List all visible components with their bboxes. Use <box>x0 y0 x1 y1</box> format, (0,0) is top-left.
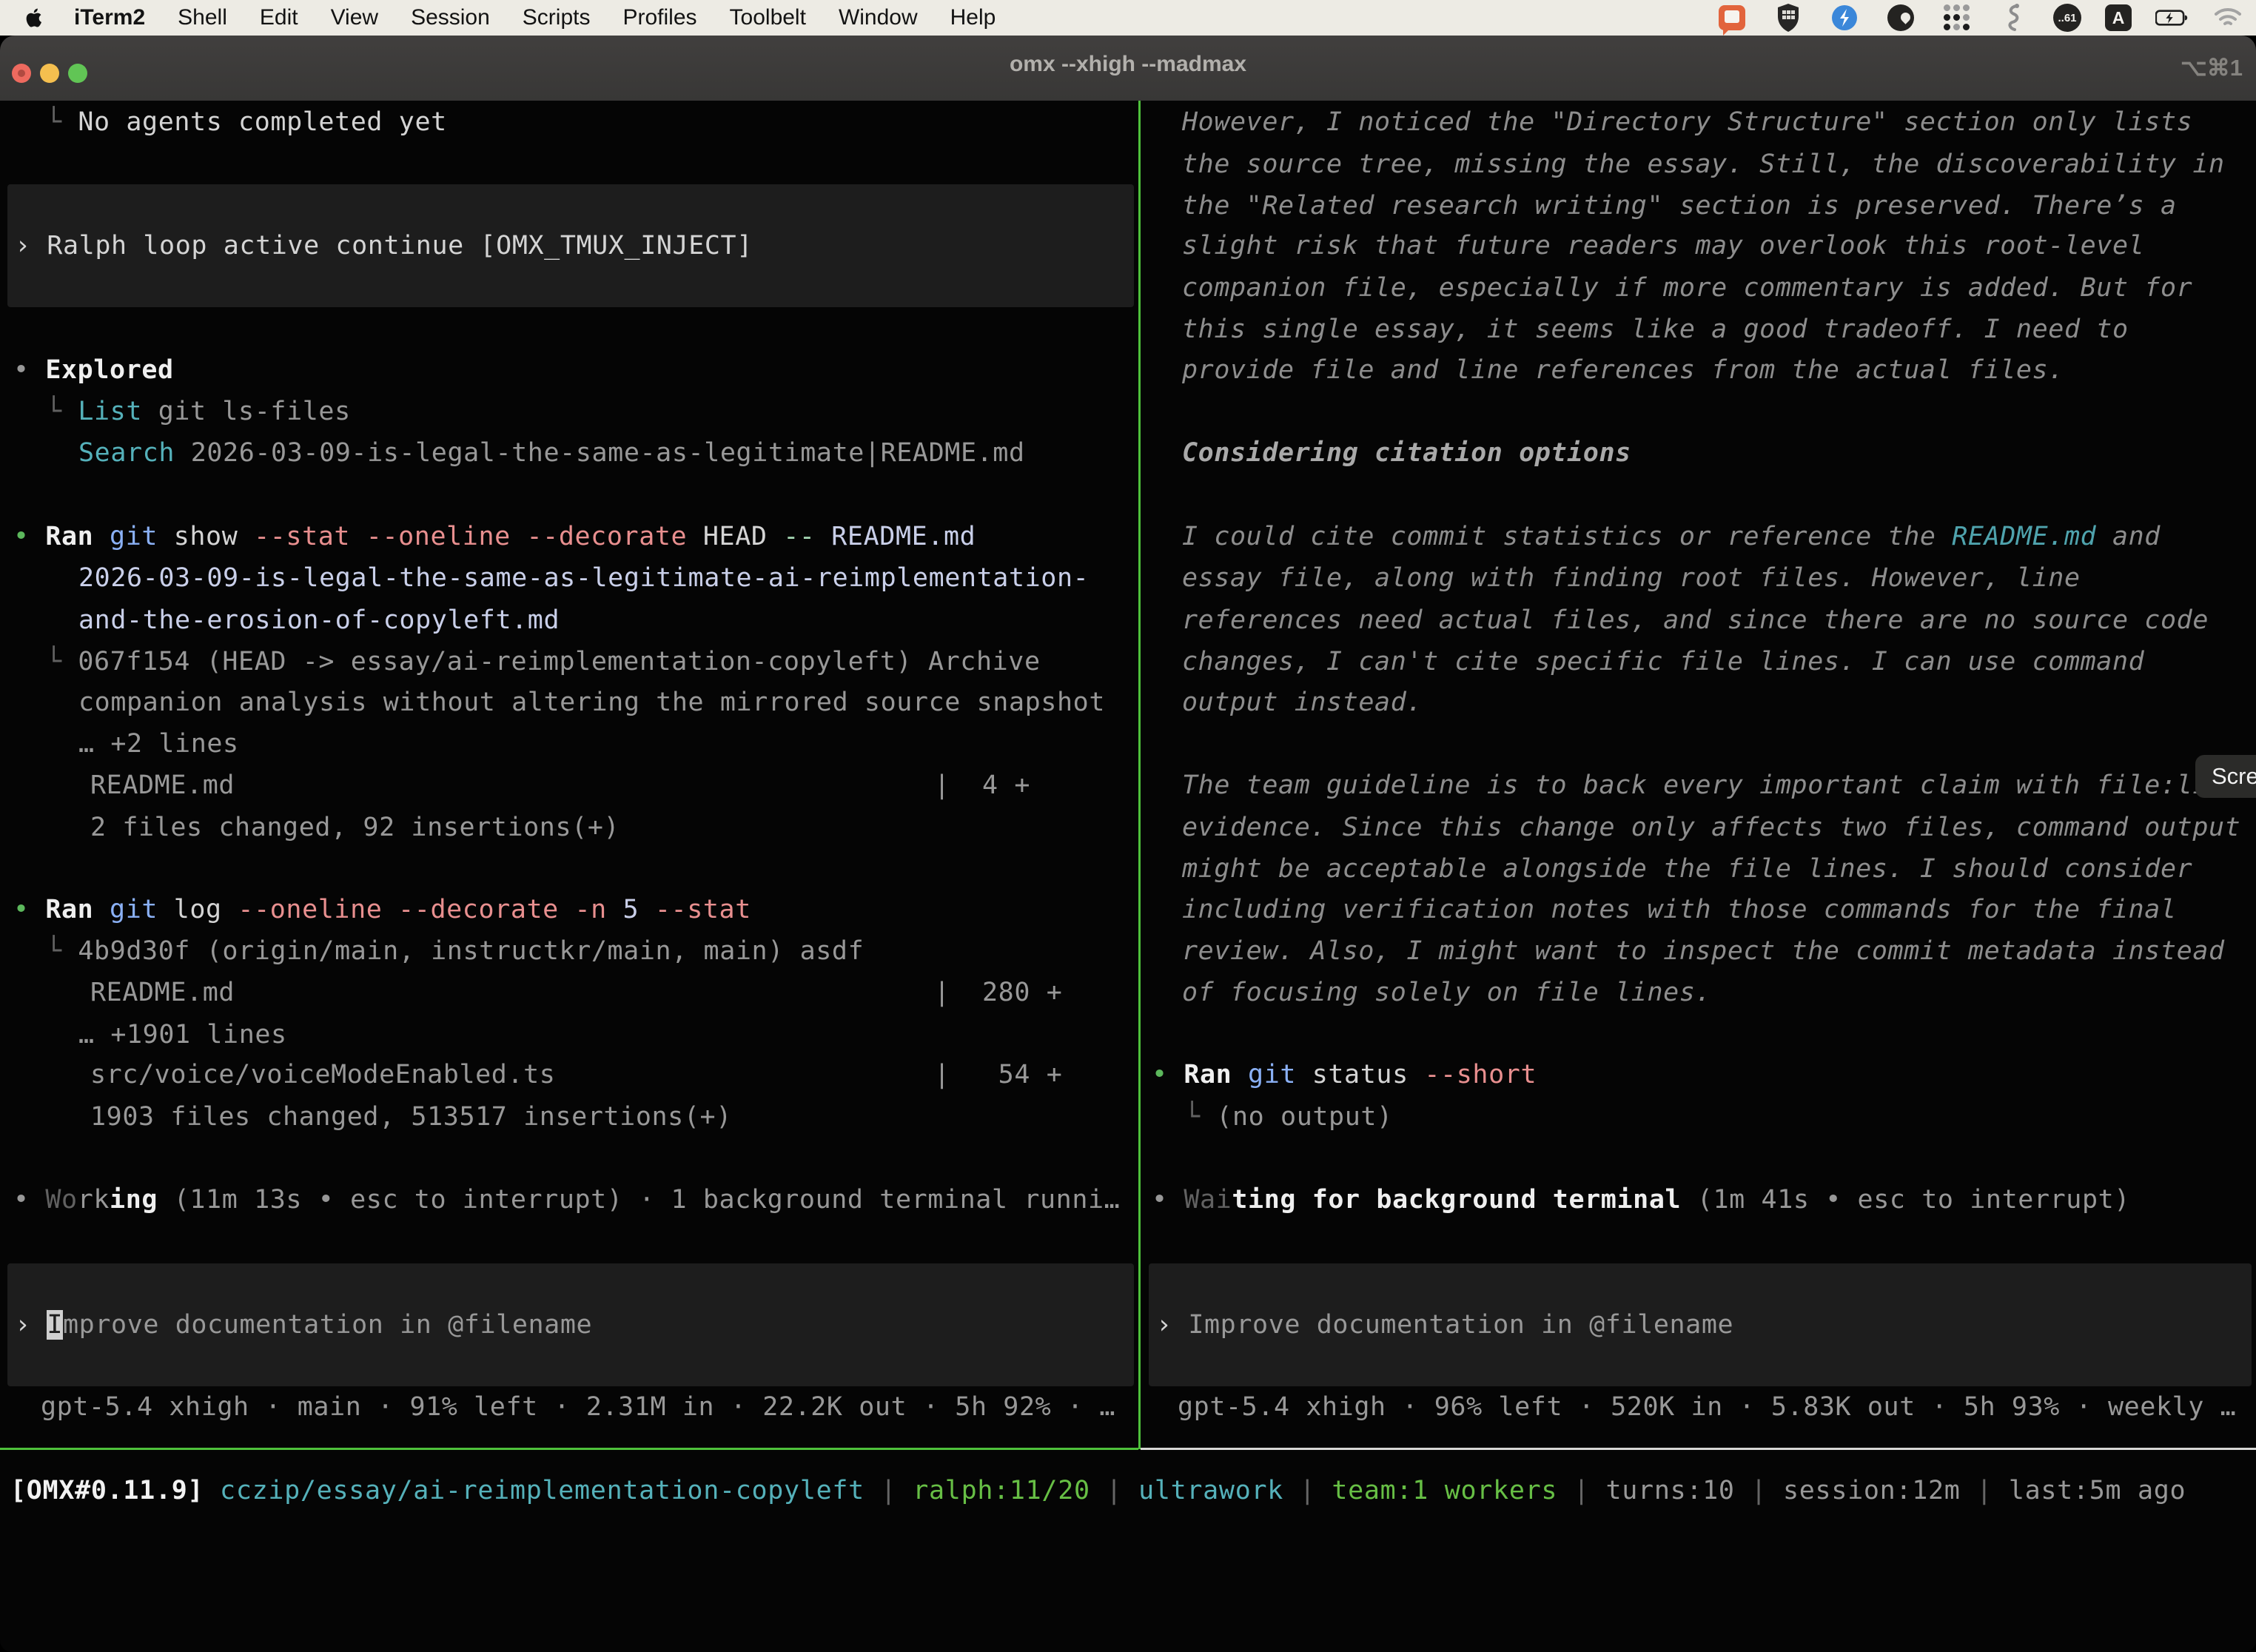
terminal-line: However, I noticed the "Directory Struct… <box>1182 107 2192 137</box>
terminal-line: 2026-03-09-is-legal-the-same-as-legitima… <box>78 563 1089 593</box>
battery-icon[interactable] <box>2155 1 2188 34</box>
terminal-line: essay file, along with finding root file… <box>1182 563 2081 593</box>
terminal-line: | 54 + <box>934 1060 1062 1089</box>
terminal-line: • Working (11m 13s • esc to interrupt) ·… <box>13 1185 1120 1215</box>
terminal-line: the "Related research writing" section i… <box>1182 191 2177 221</box>
menu-item-view[interactable]: View <box>331 5 378 30</box>
terminal-line: Search 2026-03-09-is-legal-the-same-as-l… <box>78 438 1025 468</box>
shield-icon[interactable] <box>1772 1 1805 34</box>
terminal-line: references need actual files, and since … <box>1182 605 2209 635</box>
screen-recording-toast[interactable]: Scre <box>2195 755 2256 798</box>
terminal-content[interactable]: └ No agents completed yet › Ralph loop ac… <box>0 101 2256 1652</box>
menu-item-shell[interactable]: Shell <box>178 5 227 30</box>
terminal-line: companion analysis without altering the … <box>78 688 1105 717</box>
menu-item-profiles[interactable]: Profiles <box>622 5 696 30</box>
macos-menu-bar: iTerm2 Shell Edit View Session Scripts Profile… <box>0 0 2256 36</box>
terminal-line: of focusing solely on file lines. <box>1182 978 1711 1007</box>
iterm2-window: omx --xhigh --madmax ⌥⌘1 └ No agents com… <box>0 36 2256 1652</box>
menu-item-iterm2[interactable]: iTerm2 <box>74 5 145 30</box>
prompt-line: › Improve documentation in @filename <box>1156 1310 1733 1340</box>
menu-item-help[interactable]: Help <box>950 5 996 30</box>
apple-menu-icon[interactable] <box>25 6 44 30</box>
prompt-line: › Improve documentation in @filename <box>15 1310 592 1340</box>
terminal-line: | 4 + <box>934 770 1030 800</box>
terminal-line: • Waiting for background terminal (1m 41… <box>1152 1185 2130 1215</box>
menu-item-window[interactable]: Window <box>839 5 918 30</box>
dragon-icon[interactable] <box>1997 1 2030 34</box>
menu-bar-status-icons: ..61 A <box>1716 0 2244 36</box>
window-title-bar[interactable]: omx --xhigh --madmax ⌥⌘1 <box>0 36 2256 102</box>
terminal-line: companion file, especially if more comme… <box>1182 273 2192 303</box>
terminal-line: src/voice/voiceModeEnabled.ts <box>90 1060 555 1089</box>
terminal-line: The team guideline is to back every impo… <box>1182 770 2240 800</box>
terminal-line: • Ran git show --stat --oneline --decora… <box>13 522 976 551</box>
terminal-line: • Ran git status --short <box>1152 1060 1537 1089</box>
terminal-line: … +2 lines <box>78 729 239 759</box>
input-source-badge[interactable]: A <box>2105 4 2132 31</box>
terminal-line: 2 files changed, 92 insertions(+) <box>90 813 620 842</box>
terminal-line: output instead. <box>1182 688 1423 717</box>
window-title: omx --xhigh --madmax <box>0 52 2256 77</box>
terminal-line: including verification notes with those … <box>1182 895 2177 924</box>
terminal-line: I could cite commit statistics or refere… <box>1182 522 2161 551</box>
terminal-line: the source tree, missing the essay. Stil… <box>1182 150 2225 179</box>
menu-items: iTerm2 Shell Edit View Session Scripts Profile… <box>44 5 996 30</box>
chat-icon[interactable] <box>1716 1 1748 34</box>
session-status-line: gpt-5.4 xhigh · main · 91% left · 2.31M … <box>41 1392 1115 1422</box>
pane-divider-vertical[interactable] <box>1138 101 1141 1449</box>
prompt-line: › Ralph loop active continue [OMX_TMUX_I… <box>15 231 753 261</box>
terminal-line: └ (no output) <box>1184 1102 1393 1132</box>
menu-item-scripts[interactable]: Scripts <box>523 5 591 30</box>
terminal-line: might be acceptable alongside the file l… <box>1182 854 2192 884</box>
terminal-line: changes, I can't cite specific file line… <box>1182 647 2144 676</box>
window-shortcut-badge: ⌥⌘1 <box>2181 55 2243 81</box>
messenger-badge-icon[interactable] <box>1828 1 1861 34</box>
terminal-line: review. Also, I might want to inspect th… <box>1182 936 2225 966</box>
terminal-line: Considering citation options <box>1182 438 1631 468</box>
menu-item-edit[interactable]: Edit <box>260 5 298 30</box>
terminal-line: and-the-erosion-of-copyleft.md <box>78 605 560 635</box>
terminal-line: • Explored <box>13 355 174 385</box>
battery-percent-badge[interactable]: ..61 <box>2053 4 2081 32</box>
pane-bottom-border-right <box>1141 1448 2256 1450</box>
terminal-line: └ 4b9d30f (origin/main, instructkr/main,… <box>46 936 864 966</box>
terminal-line: • Ran git log --oneline --decorate -n 5 … <box>13 895 751 924</box>
pane-bottom-border-left <box>0 1448 1138 1450</box>
session-status-line: gpt-5.4 xhigh · 96% left · 520K in · 5.8… <box>1178 1392 2236 1422</box>
terminal-line: | 280 + <box>934 978 1062 1007</box>
wifi-icon[interactable] <box>2212 1 2244 34</box>
terminal-line: └ No agents completed yet <box>46 107 447 137</box>
menu-item-toolbelt[interactable]: Toolbelt <box>730 5 806 30</box>
omx-status-line: [OMX#0.11.9] cczip/essay/ai-reimplementa… <box>10 1476 2186 1505</box>
terminal-line: … +1901 lines <box>78 1020 287 1050</box>
pac-circle-icon[interactable] <box>1884 1 1917 34</box>
terminal-line: └ 067f154 (HEAD -> essay/ai-reimplementa… <box>46 647 1041 676</box>
dots-grid-icon[interactable] <box>1941 1 1973 34</box>
menu-item-session[interactable]: Session <box>411 5 490 30</box>
toast-label: Scre <box>2212 763 2256 790</box>
terminal-line: README.md <box>90 770 235 800</box>
terminal-line: 1903 files changed, 513517 insertions(+) <box>90 1102 732 1132</box>
terminal-line: evidence. Since this change only affects… <box>1182 813 2240 842</box>
terminal-line: slight risk that future readers may over… <box>1182 231 2144 261</box>
terminal-line: provide file and line references from th… <box>1182 355 2064 385</box>
terminal-line: README.md <box>90 978 235 1007</box>
terminal-line: └ List git ls-files <box>46 397 351 426</box>
terminal-line: this single essay, it seems like a good … <box>1182 315 2129 344</box>
